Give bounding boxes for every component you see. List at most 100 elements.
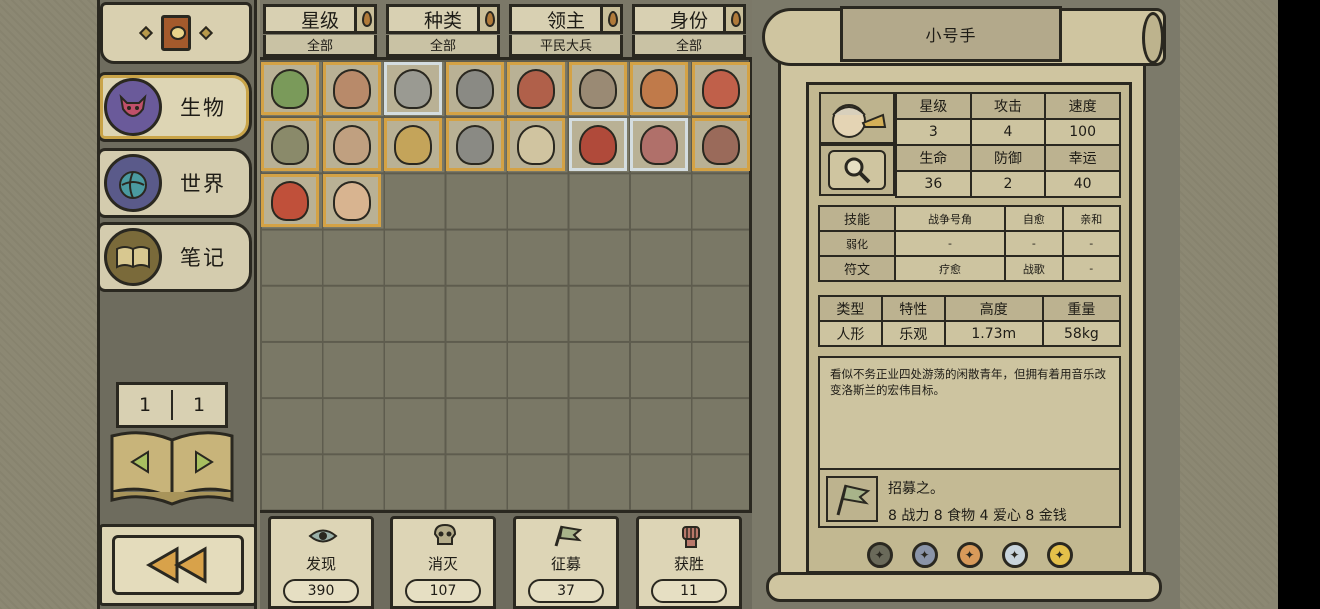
creature-portrait-icon [517,68,555,109]
creature-portrait-icon [455,68,494,109]
copper-badge-icon[interactable] [956,542,983,568]
skill-row-label: 技能 [818,205,896,232]
recruit-box[interactable]: 招募之。 8 战力 8 食物 4 爱心 8 金钱 [818,468,1121,528]
creature-cell[interactable] [322,174,381,228]
filter-value: 全部 [263,35,377,57]
creature-portrait-icon [640,124,678,165]
creature-name: 小号手 [840,6,1062,62]
stat-label: 发现 [305,555,336,573]
stat-defeated: 消灭 107 [390,516,496,609]
stat-value: 390 [283,579,359,603]
trait-value: 人形 [818,320,883,347]
tab-label: 笔记 [180,246,226,270]
tab-world[interactable]: 世界 [97,148,252,218]
tab-label: 生物 [180,96,226,120]
filter-title: 领主 [546,9,585,32]
creature-cell[interactable] [630,62,688,115]
trait-header: 类型 [818,295,883,322]
attribute-table: 星级 攻击 速度 3 4 100 生命 防御 幸运 36 2 40 [895,92,1121,198]
stat-value: 37 [528,579,604,603]
page-indicator: 1 1 [116,382,228,428]
trait-value: 58kg [1041,320,1122,347]
tab-notes[interactable]: 笔记 [97,222,252,292]
rune-row-label: 符文 [818,255,896,282]
filter-title: 种类 [423,9,462,32]
magnifier-icon [828,150,886,190]
stat-victories: 获胜 11 [636,516,742,609]
open-book-icon [110,431,234,506]
fist-icon [675,523,707,549]
attr-value: 2 [969,170,1047,198]
trait-header: 高度 [943,295,1044,322]
flag-icon [552,523,584,549]
creature-cell[interactable] [322,62,381,115]
badge-row [818,540,1121,570]
creature-cell[interactable] [507,62,565,115]
pin-icon [354,7,374,31]
filter-star[interactable]: 星级 全部 [263,4,377,58]
gold-badge-icon[interactable] [1046,542,1073,568]
creature-cell[interactable] [384,118,442,172]
attr-header: 生命 [895,144,972,172]
attr-header: 防御 [969,144,1047,172]
rewind-icon [112,535,244,595]
creature-cell[interactable] [261,118,319,172]
creature-cell[interactable] [322,118,381,172]
diamond-icon [198,25,214,41]
creature-portrait-icon [271,124,309,165]
creature-portrait-icon [640,68,678,109]
silver-badge-icon[interactable] [911,542,938,568]
weak-row-label: 弱化 [818,230,896,257]
recruit-cost: 8 战力 8 食物 4 爱心 8 金钱 [888,508,1067,524]
attr-value: 40 [1044,170,1121,198]
filter-value: 全部 [632,35,746,57]
diamond-icon [138,25,154,41]
creature-portrait-icon [394,124,432,165]
creature-cell[interactable] [691,118,750,172]
world-globe-icon [104,154,162,212]
notes-book-icon [104,228,162,286]
filter-species[interactable]: 种类 全部 [386,4,500,58]
creature-portrait-icon [701,124,740,165]
creature-portrait-icon [332,124,371,165]
back-button[interactable] [99,524,257,606]
weak-cell: - [1004,230,1064,257]
creature-cell[interactable] [568,118,627,172]
creature-cell[interactable] [507,118,565,172]
filter-lord[interactable]: 领主 平民大兵 [509,4,623,58]
stat-value: 11 [651,579,727,603]
creature-portrait-icon [394,68,432,109]
attr-value: 36 [895,170,972,198]
codex-book-icon [161,15,191,51]
creature-cell[interactable] [445,118,504,172]
inspect-button[interactable] [819,144,895,196]
tab-creatures[interactable]: 生物 [97,72,252,142]
rune-cell[interactable]: 战歌 [1004,255,1064,282]
trait-header: 特性 [880,295,946,322]
filter-identity[interactable]: 身份 全部 [632,4,746,58]
creature-cell[interactable] [568,62,627,115]
skill-cell[interactable]: 亲和 [1061,205,1122,232]
bronze-badge-icon[interactable] [866,542,893,568]
stat-discovered: 发现 390 [268,516,374,609]
attr-header: 速度 [1044,92,1121,120]
creature-portrait-icon [271,68,309,109]
creature-cell[interactable] [691,62,750,115]
creature-cell[interactable] [630,118,688,172]
skill-cell[interactable]: 自愈 [1004,205,1064,232]
pin-icon [477,7,497,31]
scroll-bottom-roll [766,572,1162,602]
creature-cell[interactable] [261,174,319,228]
creature-cell[interactable] [445,62,504,115]
recruit-title: 招募之。 [888,481,944,497]
skill-cell[interactable]: 战争号角 [893,205,1007,232]
filter-value: 平民大兵 [509,35,623,57]
creature-cell[interactable] [261,62,319,115]
skull-icon [429,523,461,549]
rune-cell[interactable]: 疗愈 [893,255,1007,282]
creature-cell[interactable] [384,62,442,115]
pin-icon [723,7,743,31]
platinum-badge-icon[interactable] [1001,542,1028,568]
stat-label: 消灭 [427,555,458,573]
stat-value: 107 [405,579,481,603]
